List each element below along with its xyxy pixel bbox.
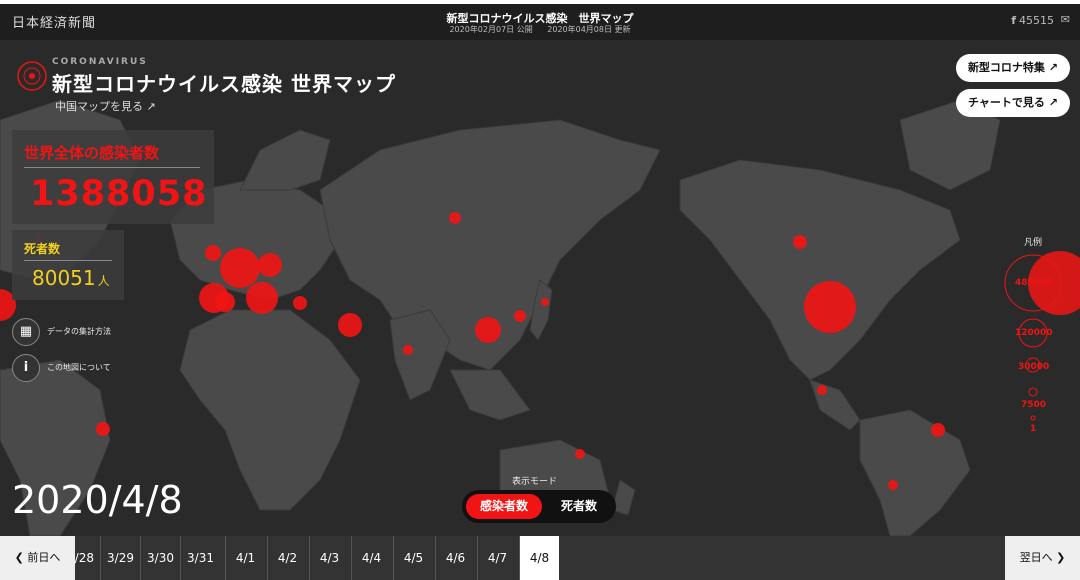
share-count: 45515	[1019, 14, 1054, 27]
bubble-iran[interactable]	[338, 313, 362, 337]
bubble-russia[interactable]	[449, 212, 461, 224]
chart-view-button[interactable]: チャートで見る ↗	[956, 89, 1070, 117]
bubble-peru[interactable]	[96, 422, 110, 436]
bubble-chile[interactable]	[888, 480, 898, 490]
info-icon: i	[12, 354, 40, 382]
legend-label-1: 1	[1030, 424, 1037, 434]
day-4-8[interactable]: 4/8	[519, 536, 559, 580]
twitter-icon[interactable]: ✉	[1061, 13, 1070, 26]
day-3-31[interactable]: 3/31	[180, 536, 220, 580]
updated-date: 2020年04月08日 更新	[547, 25, 631, 34]
display-mode-toggle[interactable]: 感染者数 死者数	[462, 490, 616, 523]
page-title: 新型コロナウイルス感染 世界マップ	[52, 72, 396, 96]
next-day-button[interactable]: 翌日へ ❯	[1005, 536, 1080, 580]
mode-cases-option[interactable]: 感染者数	[466, 494, 542, 519]
deaths-panel: 死者数 80051 人	[12, 230, 124, 300]
bubble-italy[interactable]	[246, 282, 278, 314]
legend-label-30000: 30000	[1018, 362, 1050, 372]
current-date: 2020/4/8	[12, 478, 183, 522]
next-day-label: 翌日へ	[1019, 551, 1053, 564]
day-4-3[interactable]: 4/3	[309, 536, 349, 580]
mode-deaths-option[interactable]: 死者数	[546, 494, 612, 519]
total-cases-value: 1388058	[30, 174, 208, 214]
bubble-germany[interactable]	[258, 253, 282, 277]
day-4-5[interactable]: 4/5	[393, 536, 433, 580]
date-timeline: 3/28 3/29 3/30 3/31 4/1 4/2 4/3 4/4 4/5 …	[0, 536, 1080, 580]
header-dates: 2020年02月07日 公開 2020年04月08日 更新	[0, 24, 1080, 35]
prev-day-label: 前日へ	[27, 551, 61, 564]
about-map-button[interactable]: i この地図について	[12, 354, 132, 382]
bubble-australia[interactable]	[575, 449, 585, 459]
bubble-europe-west[interactable]	[220, 248, 260, 288]
virus-logo-icon	[17, 61, 47, 91]
legend-label-480000: 480000	[1015, 278, 1053, 288]
china-map-link-label: 中国マップを見る	[55, 100, 143, 113]
data-method-label: データの集計方法	[47, 327, 111, 336]
chevron-right-icon: ❯	[1056, 551, 1066, 564]
bubble-canada[interactable]	[793, 235, 807, 249]
about-map-label: この地図について	[47, 363, 111, 372]
day-4-7[interactable]: 4/7	[477, 536, 517, 580]
chevron-left-icon: ❮	[14, 551, 24, 564]
day-4-4[interactable]: 4/4	[351, 536, 391, 580]
display-mode-label: 表示モード	[512, 477, 558, 487]
total-cases-label: 世界全体の感染者数	[24, 142, 200, 168]
day-3-29[interactable]: 3/29	[100, 536, 140, 580]
legend-title: 凡例	[1024, 238, 1043, 248]
bubble-usa[interactable]	[804, 281, 856, 333]
bubble-france[interactable]	[215, 292, 235, 312]
chart-view-button-label: チャートで見る	[968, 96, 1045, 109]
day-4-6[interactable]: 4/6	[435, 536, 475, 580]
facebook-share[interactable]: f 45515	[1011, 14, 1054, 27]
feature-button[interactable]: 新型コロナ特集 ↗	[955, 54, 1070, 82]
bubble-india[interactable]	[403, 345, 413, 355]
external-link-icon: ↗	[146, 100, 156, 113]
bubble-brazil[interactable]	[931, 423, 945, 437]
deaths-value-wrap: 80051 人	[32, 266, 110, 290]
external-link-icon: ↗	[1048, 61, 1058, 74]
china-map-link[interactable]: 中国マップを見る ↗	[55, 98, 156, 114]
bubble-mexico[interactable]	[817, 385, 827, 395]
legend-label-120000: 120000	[1015, 328, 1053, 338]
external-link-icon: ↗	[1048, 96, 1058, 109]
bubble-turkey[interactable]	[293, 296, 307, 310]
day-4-1[interactable]: 4/1	[225, 536, 265, 580]
table-icon: ▦	[12, 318, 40, 346]
deaths-value: 80051	[32, 266, 96, 290]
legend-label-7500: 7500	[1021, 400, 1047, 410]
published-date: 2020年02月07日 公開	[449, 25, 533, 34]
bubble-china[interactable]	[475, 317, 501, 343]
feature-button-label: 新型コロナ特集	[967, 61, 1045, 74]
bubble-korea[interactable]	[514, 310, 526, 322]
day-4-2[interactable]: 4/2	[267, 536, 307, 580]
day-3-30[interactable]: 3/30	[140, 536, 180, 580]
world-map[interactable]	[0, 40, 1080, 536]
bubble-japan[interactable]	[541, 298, 549, 306]
deaths-label: 死者数	[24, 240, 112, 261]
facebook-icon: f	[1011, 14, 1016, 27]
top-bar: 日本経済新聞 新型コロナウイルス感染 世界マップ 2020年02月07日 公開 …	[0, 0, 1080, 40]
deaths-unit: 人	[97, 274, 110, 288]
data-method-button[interactable]: ▦ データの集計方法	[12, 318, 132, 346]
prev-day-button[interactable]: ❮ 前日へ	[0, 536, 75, 580]
coronavirus-label: CORONAVIRUS	[52, 57, 148, 67]
total-cases-panel: 世界全体の感染者数 1388058人	[12, 130, 214, 249]
